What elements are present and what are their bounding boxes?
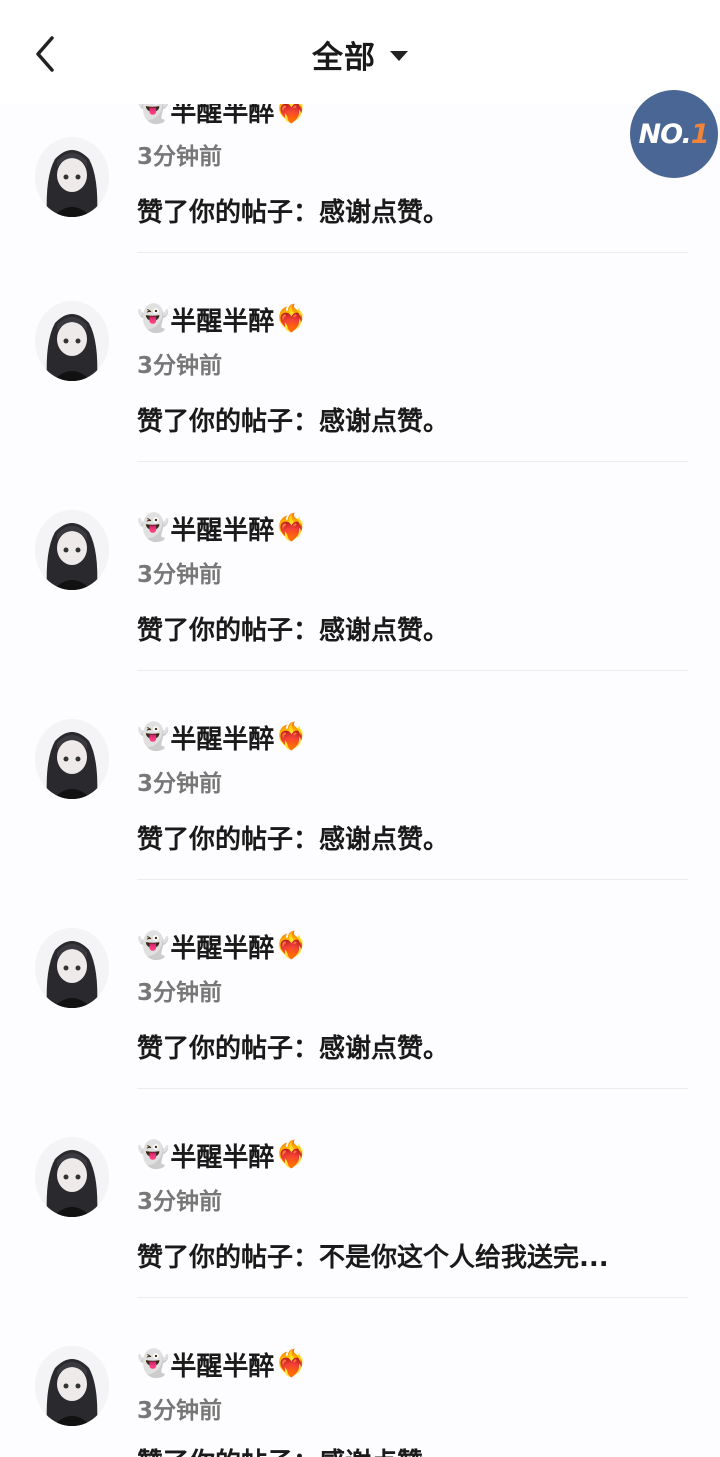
divider <box>137 461 688 462</box>
notification-item[interactable]: 👻 半醒半醉 ❤️‍🔥 3分钟前 赞了你的帖子：感谢点赞。 <box>0 254 720 463</box>
heart-on-fire-emoji-icon: ❤️‍🔥 <box>275 1140 308 1170</box>
divider <box>137 879 688 880</box>
divider <box>137 1297 688 1298</box>
ghost-emoji-icon: 👻 <box>137 1140 170 1170</box>
username-row: 👻 半醒半醉 ❤️‍🔥 <box>137 1137 308 1173</box>
username-row: 👻 半醒半醉 ❤️‍🔥 <box>137 719 308 755</box>
username[interactable]: 半醒半醉 <box>170 719 274 756</box>
badge-number: 1 <box>690 118 710 150</box>
divider <box>137 670 688 671</box>
heart-on-fire-emoji-icon: ❤️‍🔥 <box>275 931 308 961</box>
notification-content[interactable]: 赞了你的帖子：感谢点赞。 <box>137 610 677 647</box>
ghost-emoji-icon: 👻 <box>137 513 170 543</box>
notification-content[interactable]: 赞了你的帖子：不是你这个人给我送完... <box>137 1237 677 1274</box>
badge-prefix: NO. <box>638 118 691 150</box>
top-nav-bar: 全部 <box>0 0 720 104</box>
username-row: 👻 半醒半醉 ❤️‍🔥 <box>137 510 308 546</box>
divider <box>137 252 688 253</box>
username-row: 👻 半醒半醉 ❤️‍🔥 <box>137 1346 308 1382</box>
notification-content[interactable]: 赞了你的帖子：感谢点赞。 <box>137 1442 677 1457</box>
username[interactable]: 半醒半醉 <box>170 510 274 547</box>
notification-content[interactable]: 赞了你的帖子：感谢点赞。 <box>137 192 677 229</box>
username[interactable]: 半醒半醉 <box>170 1137 274 1174</box>
ghost-emoji-icon: 👻 <box>137 1349 170 1379</box>
page-title: 全部 <box>312 39 376 76</box>
heart-on-fire-emoji-icon: ❤️‍🔥 <box>275 722 308 752</box>
notification-item[interactable]: 👻 半醒半醉 ❤️‍🔥 3分钟前 赞了你的帖子：感谢点赞。 <box>0 1299 720 1457</box>
ghost-emoji-icon: 👻 <box>137 931 170 961</box>
timestamp: 3分钟前 <box>137 1398 223 1424</box>
avatar[interactable] <box>35 719 109 799</box>
notification-content[interactable]: 赞了你的帖子：感谢点赞。 <box>137 819 677 856</box>
avatar[interactable] <box>35 301 109 381</box>
notification-item[interactable]: 👻 半醒半醉 ❤️‍🔥 3分钟前 赞了你的帖子：不是你这个人给我送完... <box>0 1090 720 1299</box>
notification-item[interactable]: 👻 半醒半醉 ❤️‍🔥 3分钟前 赞了你的帖子：感谢点赞。 <box>0 672 720 881</box>
timestamp: 3分钟前 <box>137 771 223 797</box>
avatar-image <box>35 301 109 381</box>
divider <box>137 1088 688 1089</box>
avatar[interactable] <box>35 510 109 590</box>
timestamp: 3分钟前 <box>137 980 223 1006</box>
timestamp: 3分钟前 <box>137 1189 223 1215</box>
timestamp: 3分钟前 <box>137 353 223 379</box>
avatar[interactable] <box>35 928 109 1008</box>
ghost-emoji-icon: 👻 <box>137 722 170 752</box>
avatar-image <box>35 510 109 590</box>
username[interactable]: 半醒半醉 <box>170 301 274 338</box>
avatar-image <box>35 928 109 1008</box>
avatar-image <box>35 1137 109 1217</box>
notification-item[interactable]: 👻 半醒半醉 ❤️‍🔥 3分钟前 赞了你的帖子：感谢点赞。 <box>0 881 720 1090</box>
avatar[interactable] <box>35 137 109 217</box>
notification-item[interactable]: 👻 半醒半醉 ❤️‍🔥 3分钟前 赞了你的帖子：感谢点赞。 <box>0 463 720 672</box>
heart-on-fire-emoji-icon: ❤️‍🔥 <box>275 513 308 543</box>
timestamp: 3分钟前 <box>137 562 223 588</box>
timestamp: 3分钟前 <box>137 144 223 170</box>
notification-content[interactable]: 赞了你的帖子：感谢点赞。 <box>137 1028 677 1065</box>
heart-on-fire-emoji-icon: ❤️‍🔥 <box>275 1349 308 1379</box>
avatar-image <box>35 137 109 217</box>
heart-on-fire-emoji-icon: ❤️‍🔥 <box>275 304 308 334</box>
ghost-emoji-icon: 👻 <box>137 304 170 334</box>
avatar-image <box>35 1346 109 1426</box>
username[interactable]: 半醒半醉 <box>170 1346 274 1383</box>
avatar[interactable] <box>35 1137 109 1217</box>
username-row: 👻 半醒半醉 ❤️‍🔥 <box>137 928 308 964</box>
username[interactable]: 半醒半醉 <box>170 928 274 965</box>
avatar[interactable] <box>35 1346 109 1426</box>
username-row: 👻 半醒半醉 ❤️‍🔥 <box>137 301 308 337</box>
notification-content[interactable]: 赞了你的帖子：感谢点赞。 <box>137 401 677 438</box>
caret-down-icon <box>390 51 408 61</box>
avatar-image <box>35 719 109 799</box>
rank-badge[interactable]: NO. 1 <box>630 90 718 178</box>
filter-dropdown[interactable]: 全部 <box>0 30 720 78</box>
